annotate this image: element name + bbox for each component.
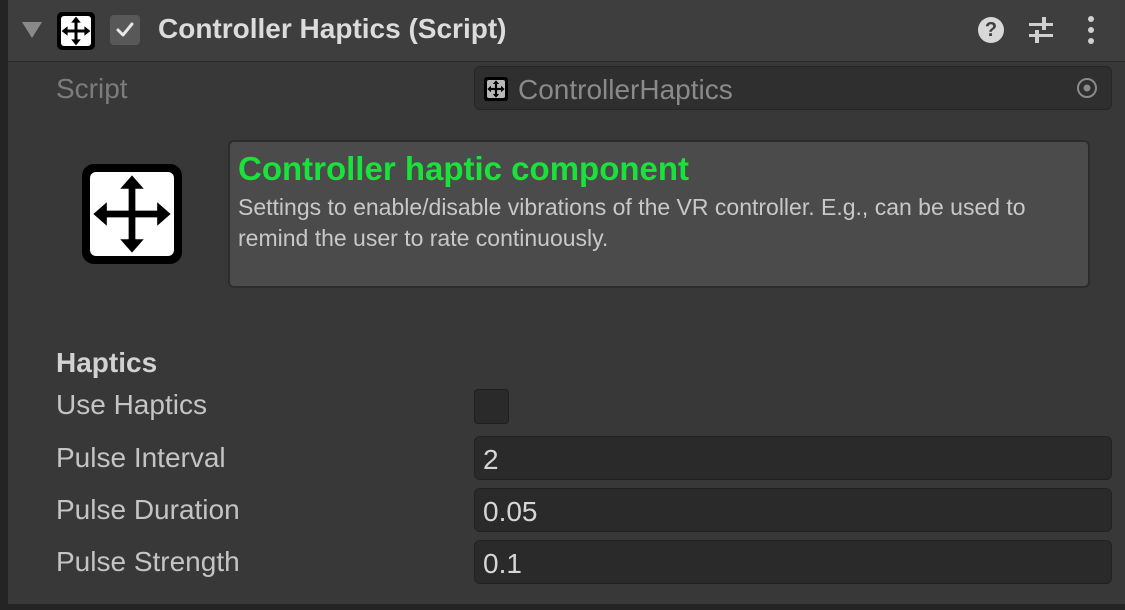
section-title-haptics: Haptics (56, 347, 158, 378)
use-haptics-checkbox[interactable] (474, 389, 509, 424)
inspector-panel: Controller Haptics (Script) ? Script Con… (0, 0, 1125, 610)
pulse-interval-value: 2 (483, 444, 499, 475)
pulse-interval-field[interactable]: 2 (474, 436, 1112, 480)
info-description: Settings to enable/disable vibrations of… (238, 194, 1026, 251)
pulse-strength-value: 0.1 (483, 548, 522, 579)
move-arrows-icon (57, 12, 95, 50)
use-haptics-label: Use Haptics (56, 389, 207, 420)
pulse-duration-value: 0.05 (483, 496, 538, 527)
pulse-duration-label: Pulse Duration (56, 494, 240, 525)
pulse-strength-field[interactable]: 0.1 (474, 540, 1112, 584)
panel-bottom-border (0, 604, 1125, 610)
info-title: Controller haptic component (238, 150, 690, 187)
presets-sliders-icon[interactable] (1026, 15, 1056, 45)
object-picker-icon[interactable] (1075, 76, 1099, 100)
component-enabled-checkbox[interactable] (110, 15, 140, 45)
panel-left-border (0, 0, 8, 610)
kebab-menu-icon[interactable] (1081, 14, 1101, 46)
checkmark-icon (116, 22, 134, 37)
component-header[interactable]: Controller Haptics (Script) ? (8, 0, 1125, 62)
info-box: Controller haptic component Settings to … (228, 140, 1090, 288)
help-icon[interactable]: ? (978, 17, 1004, 43)
script-object-field[interactable]: ControllerHaptics (474, 66, 1112, 110)
pulse-duration-field[interactable]: 0.05 (474, 488, 1112, 532)
pulse-interval-label: Pulse Interval (56, 442, 226, 473)
pulse-strength-label: Pulse Strength (56, 546, 240, 577)
component-title[interactable]: Controller Haptics (Script) (158, 13, 506, 45)
script-label: Script (56, 73, 128, 104)
move-arrows-icon (484, 77, 508, 101)
foldout-down-icon[interactable] (22, 22, 42, 38)
move-arrows-icon (82, 164, 182, 264)
script-field-value: ControllerHaptics (518, 74, 733, 105)
